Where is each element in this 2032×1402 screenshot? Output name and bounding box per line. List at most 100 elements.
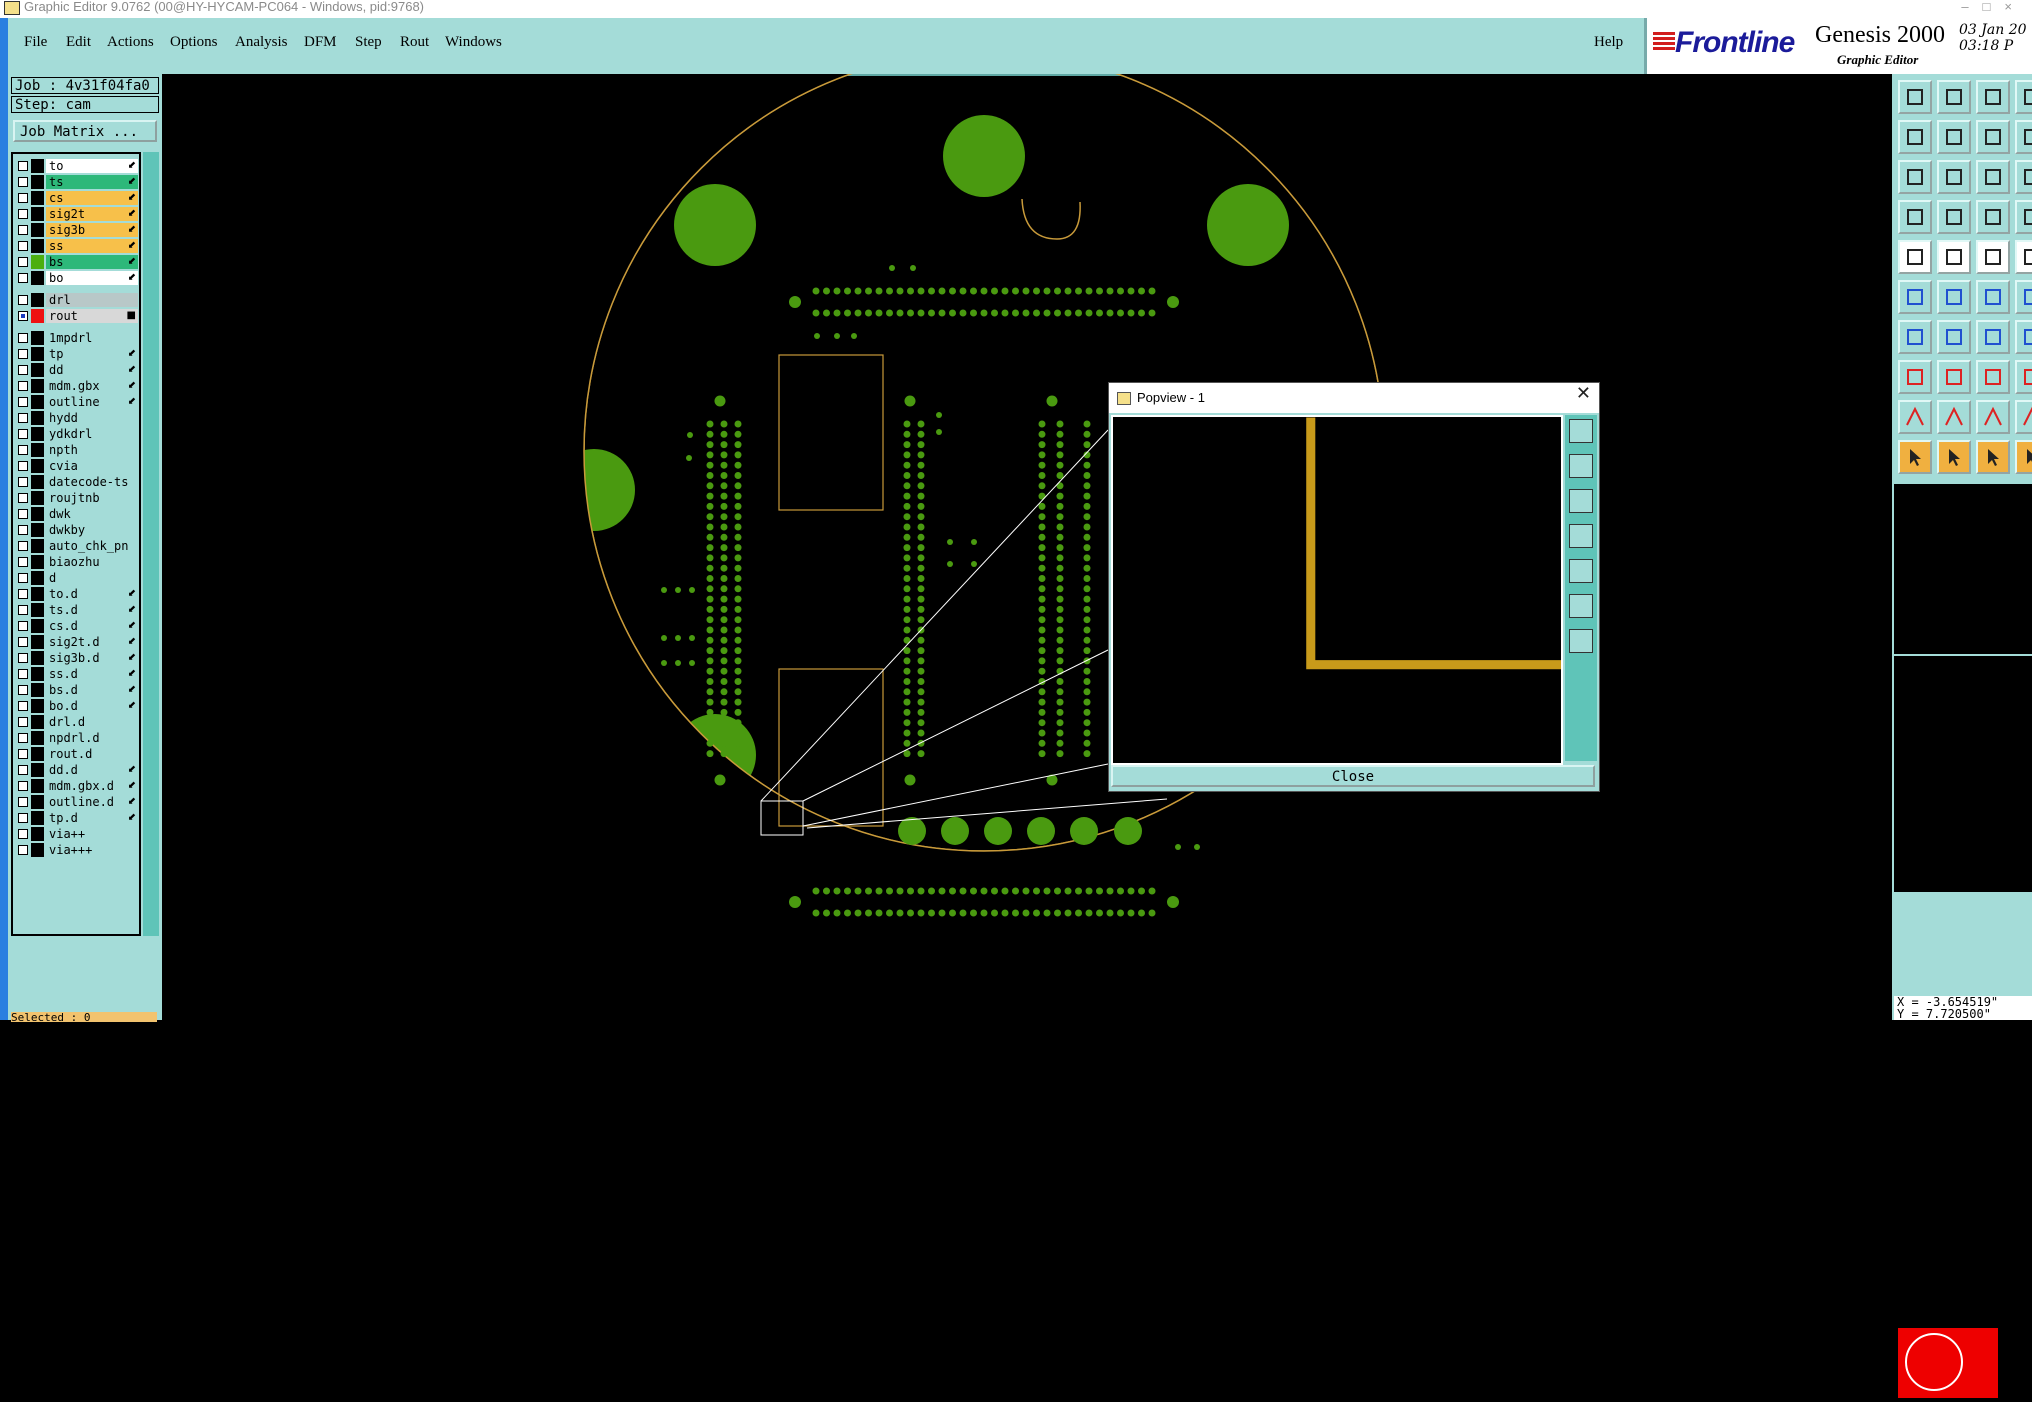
layer-color-swatch[interactable] (31, 699, 44, 713)
layer-color-swatch[interactable] (31, 555, 44, 569)
layer-name[interactable]: cs.d ⬋ (46, 619, 138, 633)
layer-checkbox[interactable] (18, 541, 28, 551)
layer-checkbox[interactable] (18, 349, 28, 359)
layer-row-ydkdrl[interactable]: ydkdrl (15, 426, 139, 442)
layer-name[interactable]: sig3b ⬋ (46, 223, 138, 237)
layer-color-swatch[interactable] (31, 363, 44, 377)
layer-name[interactable]: drl.d (46, 715, 138, 729)
layer-name[interactable]: rout ■ (46, 309, 138, 323)
layer-name[interactable]: cvia (46, 459, 138, 473)
layer-checkbox[interactable] (18, 605, 28, 615)
layer-color-swatch[interactable] (31, 523, 44, 537)
layer-checkbox[interactable] (18, 829, 28, 839)
layer-checkbox[interactable] (18, 177, 28, 187)
pv-zoom-home-icon[interactable] (1569, 419, 1593, 443)
layer-color-swatch[interactable] (31, 475, 44, 489)
layer-checkbox[interactable] (18, 813, 28, 823)
layer-name[interactable]: dd ⬋ (46, 363, 138, 377)
window-controls[interactable]: –□× (1961, 0, 2026, 14)
layer-row-via-[interactable]: via+++ (15, 842, 139, 858)
layer-row-outline-d[interactable]: outline.d ⬋ (15, 794, 139, 810)
layer-name[interactable]: roujtnb (46, 491, 138, 505)
layer-row-drl-d[interactable]: drl.d (15, 714, 139, 730)
layer-color-swatch[interactable] (31, 635, 44, 649)
layer-color-swatch[interactable] (31, 507, 44, 521)
layer-checkbox[interactable] (18, 209, 28, 219)
menu-windows[interactable]: Windows (445, 34, 502, 51)
layer-name[interactable]: sig2t ⬋ (46, 207, 138, 221)
layer-color-swatch[interactable] (31, 667, 44, 681)
layer-color-swatch[interactable] (31, 811, 44, 825)
layer-color-swatch[interactable] (31, 715, 44, 729)
layer-checkbox[interactable] (18, 557, 28, 567)
layer-row-bo[interactable]: bo ⬋ (15, 270, 139, 286)
job-matrix-button[interactable]: Job Matrix ... (13, 120, 157, 142)
tool-button-4-0-icon[interactable] (1898, 240, 1932, 274)
menu-edit[interactable]: Edit (66, 34, 91, 51)
menu-options[interactable]: Options (170, 34, 218, 51)
layer-row-tp-d[interactable]: tp.d ⬋ (15, 810, 139, 826)
layer-name[interactable]: 1mpdrl (46, 331, 138, 345)
layer-row-dwkby[interactable]: dwkby (15, 522, 139, 538)
tool-button-2-2-icon[interactable] (1976, 160, 2010, 194)
menu-step[interactable]: Step (355, 34, 382, 51)
menu-dfm[interactable]: DFM (304, 34, 337, 51)
layer-color-swatch[interactable] (31, 309, 44, 323)
layer-name[interactable]: datecode-ts (46, 475, 138, 489)
popview-close-button[interactable]: Close (1111, 765, 1595, 787)
layer-name[interactable]: bs.d ⬋ (46, 683, 138, 697)
tool-button-3-1-icon[interactable] (1937, 200, 1971, 234)
menu-file[interactable]: File (24, 34, 47, 51)
tool-button-2-0-icon[interactable] (1898, 160, 1932, 194)
layer-list-scrollbar[interactable] (143, 152, 159, 936)
layer-color-swatch[interactable] (31, 175, 44, 189)
layer-checkbox[interactable] (18, 193, 28, 203)
tool-button-0-0-icon[interactable] (1898, 80, 1932, 114)
tool-button-8-2-icon[interactable] (1976, 400, 2010, 434)
layer-checkbox[interactable] (18, 397, 28, 407)
layer-name[interactable]: bo.d ⬋ (46, 699, 138, 713)
layer-color-swatch[interactable] (31, 539, 44, 553)
pv-center-icon[interactable] (1569, 629, 1593, 653)
layer-row-tp[interactable]: tp ⬋ (15, 346, 139, 362)
tool-button-6-2-icon[interactable] (1976, 320, 2010, 354)
layer-row-sig3b-d[interactable]: sig3b.d ⬋ (15, 650, 139, 666)
layer-color-swatch[interactable] (31, 379, 44, 393)
layer-row-mdm-gbx[interactable]: mdm.gbx ⬋ (15, 378, 139, 394)
layer-name[interactable]: outline.d ⬋ (46, 795, 138, 809)
graphics-canvas[interactable] (162, 74, 1892, 1020)
tool-button-6-1-icon[interactable] (1937, 320, 1971, 354)
layer-row-dd-d[interactable]: dd.d ⬋ (15, 762, 139, 778)
pv-pan-left-icon[interactable] (1569, 524, 1593, 548)
layer-name[interactable]: bs ⬋ (46, 255, 138, 269)
tool-button-4-1-icon[interactable] (1937, 240, 1971, 274)
tool-button-7-3-icon[interactable] (2015, 360, 2032, 394)
tool-button-3-0-icon[interactable] (1898, 200, 1932, 234)
layer-color-swatch[interactable] (31, 651, 44, 665)
layer-checkbox[interactable] (18, 161, 28, 171)
layer-checkbox[interactable] (18, 765, 28, 775)
layer-name[interactable]: cs ⬋ (46, 191, 138, 205)
layer-name[interactable]: drl (46, 293, 138, 307)
popview-title-bar[interactable]: Popview - 1 ✕ (1109, 383, 1599, 413)
tool-button-0-1-icon[interactable] (1937, 80, 1971, 114)
layer-row-ts-d[interactable]: ts.d ⬋ (15, 602, 139, 618)
layer-color-swatch[interactable] (31, 191, 44, 205)
layer-checkbox[interactable] (18, 445, 28, 455)
tool-button-2-1-icon[interactable] (1937, 160, 1971, 194)
layer-name[interactable]: mdm.gbx.d ⬋ (46, 779, 138, 793)
layer-row-sig3b[interactable]: sig3b ⬋ (15, 222, 139, 238)
layer-row-datecode-ts[interactable]: datecode-ts (15, 474, 139, 490)
layer-row-rout-d[interactable]: rout.d (15, 746, 139, 762)
layer-color-swatch[interactable] (31, 683, 44, 697)
tool-button-1-0-icon[interactable] (1898, 120, 1932, 154)
layer-checkbox[interactable] (18, 333, 28, 343)
layer-row-mdm-gbx-d[interactable]: mdm.gbx.d ⬋ (15, 778, 139, 794)
layer-color-swatch[interactable] (31, 603, 44, 617)
layer-row-cs[interactable]: cs ⬋ (15, 190, 139, 206)
tool-button-9-3-icon[interactable] (2015, 440, 2032, 474)
layer-name[interactable]: to ⬋ (46, 159, 138, 173)
layer-color-swatch[interactable] (31, 571, 44, 585)
layer-row-dwk[interactable]: dwk (15, 506, 139, 522)
layer-name[interactable]: via++ (46, 827, 138, 841)
